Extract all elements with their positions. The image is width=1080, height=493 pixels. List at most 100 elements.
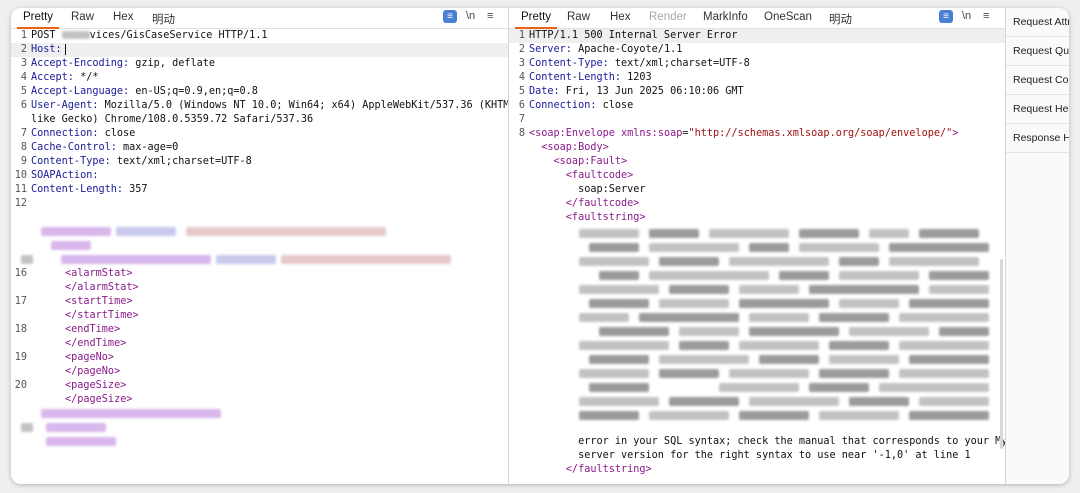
code-text: error in your SQL syntax; check the manu… [529,436,1006,447]
header-name: Accept-Language: [31,86,130,97]
line-number: 7 [518,114,525,125]
redacted-text [739,341,819,350]
code-line: 20 <pageSize> [11,379,508,393]
header-name: Host: [31,44,62,55]
code-line: soap:Server [509,183,1005,197]
code-text: Mozilla/5.0 (Windows NT 10.0; Win64; x64… [98,100,509,111]
xml-tag: <endTime> [65,324,121,335]
line-number: 18 [14,324,27,335]
header-name: Server: [529,44,572,55]
response-tab-hex[interactable]: Hex [610,11,630,23]
redacted-text [21,423,33,432]
redacted-text [749,313,809,322]
vertical-scrollbar[interactable] [1000,259,1003,449]
code-line: 5 Date: Fri, 13 Jun 2025 06:10:06 GMT [509,85,1005,99]
redacted-text [659,369,719,378]
redacted-text [879,383,989,392]
redacted-text [679,327,739,336]
request-tab-mingdong[interactable]: 明动 [152,11,175,27]
request-tab-hex[interactable]: Hex [113,11,133,23]
redacted-text [739,285,799,294]
redacted-text [839,271,919,280]
response-tab-pretty[interactable]: Pretty [514,11,558,29]
redacted-text [41,227,111,236]
header-name: Content-Length: [529,72,622,83]
line-number: 1 [518,30,525,41]
response-tab-markinfo[interactable]: MarkInfo [703,11,748,23]
redacted-text [819,313,889,322]
inspector-request-headers[interactable]: Request Headers [1006,95,1069,124]
code-line: 3 Accept-Encoding: gzip, deflate [11,57,508,71]
redacted-text [839,299,899,308]
redacted-text [749,243,789,252]
code-text: server version for the right syntax to u… [529,450,971,461]
redacted-text [216,255,276,264]
word-wrap-icon[interactable]: ≡ [939,10,953,23]
redacted-text [819,411,899,420]
xml-tag: </pageSize> [65,394,133,405]
redacted-text [909,411,989,420]
code-line: 17 <startTime> [11,295,508,309]
code-line: </faultstring> [509,463,1005,477]
code-line: 8 <soap:Envelope xmlns:soap="http://schem… [509,127,1005,141]
redacted-text [579,411,639,420]
code-line: 8 Cache-Control: max-age=0 [11,141,508,155]
newline-toggle-icon[interactable]: \n [466,10,475,22]
redacted-text [46,437,116,446]
code-line: 3 Content-Type: text/xml;charset=UTF-8 [509,57,1005,71]
redacted-text [659,257,719,266]
redacted-text [899,369,989,378]
xml-tag: <startTime> [65,296,133,307]
code-line: <soap:Fault> [509,155,1005,169]
redacted-text [709,229,789,238]
request-tab-pretty[interactable]: Pretty [16,11,60,29]
redacted-text [899,313,989,322]
code-text: Apache-Coyote/1.1 [571,44,683,55]
code-line: 10 SOAPAction: [11,169,508,183]
inspector-request-cookies[interactable]: Request Cookies [1006,66,1069,95]
line-number: 8 [20,142,27,153]
redacted-text [599,327,669,336]
redacted-text [649,229,699,238]
burp-editor-frame: Pretty Raw Hex 明动 ≡ \n ≡ 1 POST vices/Gis… [11,8,1069,484]
response-tab-mingdong[interactable]: 明动 [829,11,852,27]
redacted-text [939,327,989,336]
code-text: Fri, 13 Jun 2025 06:10:06 GMT [559,86,744,97]
request-tab-raw[interactable]: Raw [71,11,94,23]
redacted-text [819,369,889,378]
redacted-text [889,243,989,252]
code-line: 12 [11,197,508,211]
inspector-request-query-parameters[interactable]: Request Query Parameters [1006,37,1069,66]
code-line: <faultstring> [509,211,1005,225]
inspector-request-attributes[interactable]: Request Attributes [1006,8,1069,37]
xml-tag: <faultcode> [529,170,634,181]
redacted-text [579,285,659,294]
code-line: server version for the right syntax to u… [509,449,1005,463]
line-number: 17 [14,296,27,307]
line-number: 7 [20,128,27,139]
redacted-text [829,341,889,350]
line-number: 20 [14,380,27,391]
word-wrap-icon[interactable]: ≡ [443,10,457,23]
code-line: 18 <endTime> [11,323,508,337]
code-line: 19 <pageNo> [11,351,508,365]
newline-toggle-icon[interactable]: \n [962,10,971,22]
response-tab-raw[interactable]: Raw [567,11,590,23]
inspector-response-headers[interactable]: Response Headers [1006,124,1069,153]
response-menu-icon[interactable]: ≡ [983,10,989,22]
redacted-text [719,383,799,392]
xml-tag: </pageNo> [65,366,121,377]
redacted-text [579,341,669,350]
redacted-text [839,257,879,266]
header-name: User-Agent: [31,100,99,111]
redacted-text [799,243,879,252]
redacted-text [749,397,839,406]
code-line: </endTime> [11,337,508,351]
redacted-text [659,299,729,308]
response-tab-onescan[interactable]: OneScan [764,11,812,23]
request-menu-icon[interactable]: ≡ [487,10,493,22]
line-number: 12 [14,198,27,209]
xml-tag: </endTime> [65,338,127,349]
redacted-text [649,243,739,252]
code-line: 16 <alarmStat> [11,267,508,281]
